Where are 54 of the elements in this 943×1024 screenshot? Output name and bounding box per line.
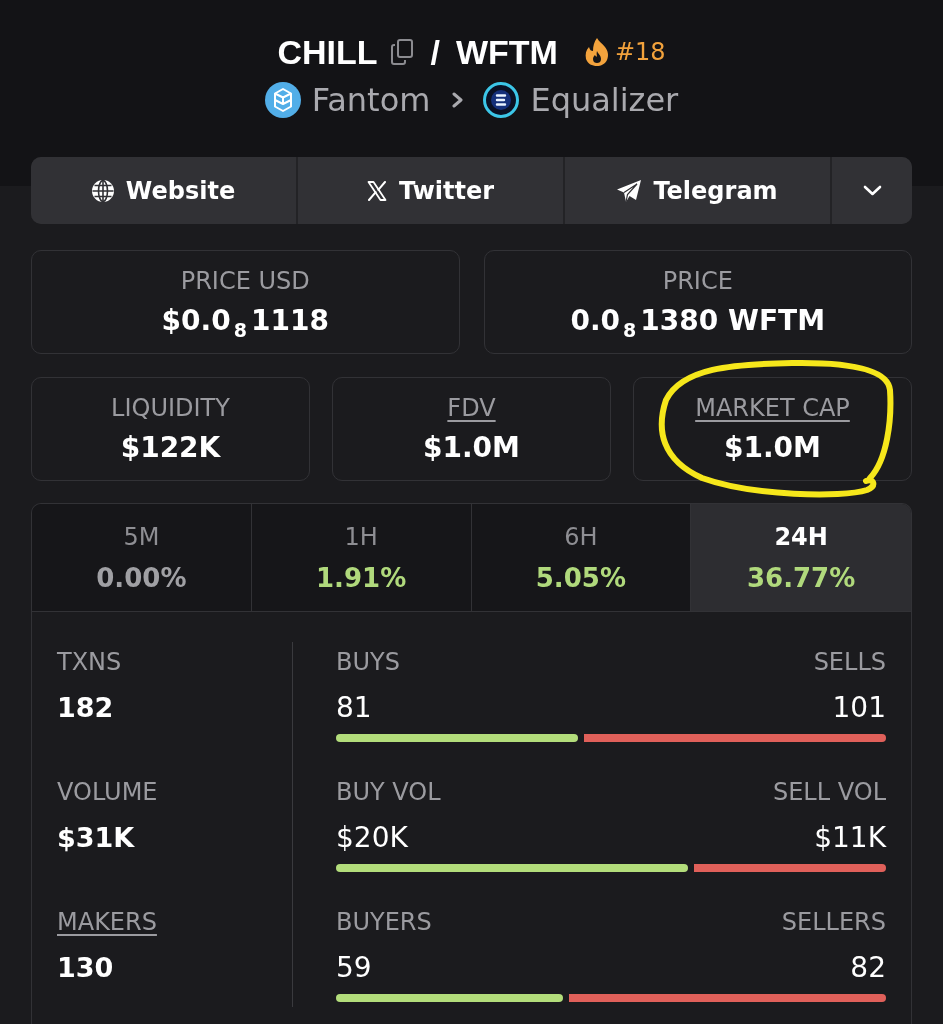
buy-label: BUY VOL xyxy=(336,777,441,807)
timeframe-tab[interactable]: 1H 1.91% xyxy=(251,504,472,611)
stat-label: LIQUIDITY xyxy=(111,393,230,423)
stat-value: $1.0M xyxy=(724,430,821,466)
sell-label: SELLERS xyxy=(781,907,886,937)
sell-value: $11K xyxy=(814,820,886,856)
stat-value: $31K xyxy=(57,821,135,855)
timeframe-tab[interactable]: 24H 36.77% xyxy=(691,504,911,611)
chevron-down-icon xyxy=(862,185,882,196)
fire-icon xyxy=(584,38,609,66)
stat-value: 0.0$_{8}$1380 WFTM xyxy=(570,303,825,340)
chevron-right-icon xyxy=(452,92,464,108)
stat-value: 182 xyxy=(57,691,114,725)
price-change: 36.77% xyxy=(746,562,856,595)
hexagon-badge-icon xyxy=(264,82,301,118)
stat-label: TXNS xyxy=(57,647,122,677)
stat-label: PRICE xyxy=(662,266,733,296)
globe-icon xyxy=(91,179,114,202)
sell-label: SELL VOL xyxy=(772,777,886,807)
price-change: 1.91% xyxy=(316,562,407,595)
stat-label: MARKET CAP xyxy=(695,393,850,423)
quote-token-symbol: WFTM xyxy=(455,32,558,73)
x-logo-icon xyxy=(366,180,387,201)
pair-separator: / xyxy=(430,32,440,73)
twitter-link[interactable]: Twitter xyxy=(298,157,563,224)
sell-value: 82 xyxy=(850,950,886,986)
stat-value: 130 xyxy=(57,951,114,985)
sell-label: SELLS xyxy=(813,647,886,677)
stat-value: $122K xyxy=(120,430,221,466)
buy-label: BUYERS xyxy=(336,907,432,937)
stat-label: PRICE USD xyxy=(180,266,310,296)
price-change: 0.00% xyxy=(96,562,187,595)
buy-label: BUYS xyxy=(336,647,400,677)
telegram-link[interactable]: Telegram xyxy=(565,157,830,224)
copy-icon[interactable] xyxy=(390,39,413,65)
stat-value: $0.0$_{8}$1118 xyxy=(161,303,329,340)
buy-value: 81 xyxy=(336,690,372,726)
breadcrumb-link[interactable]: Equalizer xyxy=(530,78,679,122)
website-link[interactable]: Website xyxy=(31,157,296,224)
stat-label: VOLUME xyxy=(57,777,158,807)
stat-label: FDV xyxy=(447,393,496,423)
stat-label: MAKERS xyxy=(57,907,157,937)
buy-value: $20K xyxy=(336,820,408,856)
ring-logo-icon xyxy=(483,82,520,118)
trending-rank: #18 xyxy=(614,37,666,68)
timeframe-tab[interactable]: 5M 0.00% xyxy=(32,504,252,611)
timeframe-tab[interactable]: 6H 5.05% xyxy=(471,504,692,611)
sell-value: 101 xyxy=(832,690,886,726)
price-change: 5.05% xyxy=(535,562,626,595)
buy-value: 59 xyxy=(336,950,372,986)
stat-value: $1.0M xyxy=(423,430,520,466)
paper-plane-icon xyxy=(617,179,642,202)
base-token-symbol: CHILL xyxy=(277,32,378,73)
breadcrumb-link[interactable]: Fantom xyxy=(311,78,431,122)
